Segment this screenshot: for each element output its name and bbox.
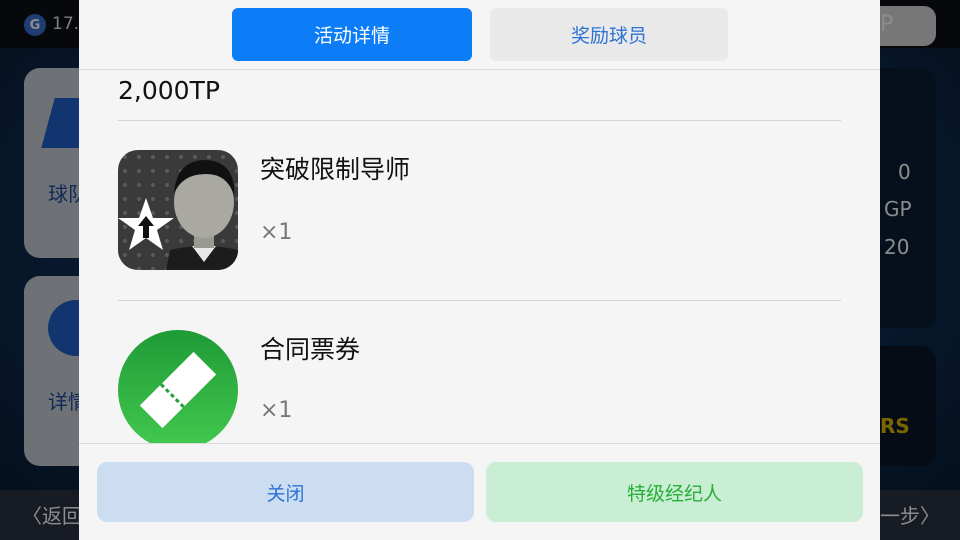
reward-item-name: 合同票券: [260, 335, 361, 364]
contract-ticket-icon: [118, 330, 238, 443]
reward-item-name: 突破限制导师: [260, 155, 411, 184]
premium-agent-button[interactable]: 特级经纪人: [486, 462, 863, 522]
footer-divider: [79, 443, 880, 444]
reward-item-qty: ×1: [260, 220, 293, 245]
rewards-list[interactable]: 2,000TP 突破限制导师 ×1 合同票券 ×1: [79, 70, 880, 443]
reward-amount: 2,000TP: [118, 76, 220, 105]
reward-item-qty: ×1: [260, 398, 293, 423]
event-details-dialog: 活动详情 奖励球员 2,000TP 突破限制导师 ×1 合同票券 ×1 关闭 特…: [79, 0, 880, 540]
divider: [118, 300, 841, 301]
divider: [118, 120, 841, 121]
close-button[interactable]: 关闭: [97, 462, 474, 522]
tab-event-details[interactable]: 活动详情: [232, 8, 472, 61]
coach-avatar-icon: [118, 150, 238, 270]
tab-reward-players[interactable]: 奖励球员: [490, 8, 728, 61]
